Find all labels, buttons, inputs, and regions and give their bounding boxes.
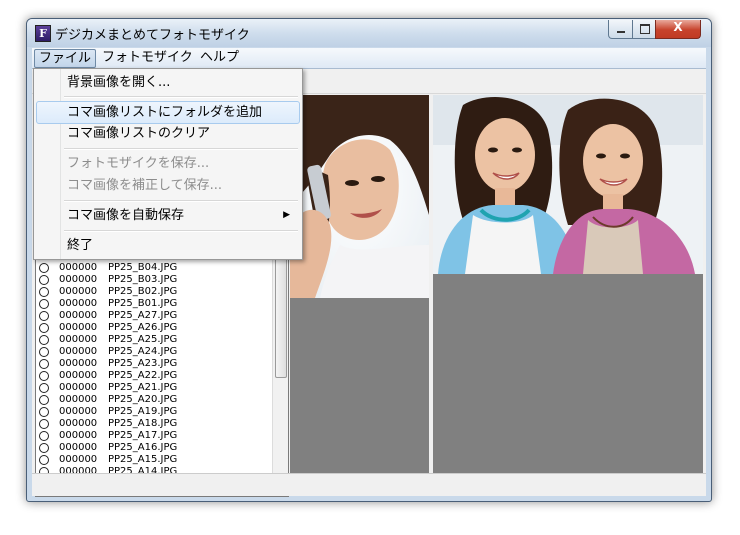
- radio-icon[interactable]: [39, 323, 49, 333]
- item-count: 000000: [59, 334, 98, 345]
- menu-help[interactable]: ヘルプ: [196, 49, 243, 66]
- menu-separator: [64, 148, 298, 150]
- item-count: 000000: [59, 418, 98, 429]
- radio-icon[interactable]: [39, 287, 49, 297]
- item-count: 000000: [59, 394, 98, 405]
- radio-icon[interactable]: [39, 275, 49, 285]
- mosaic-photo: [433, 95, 703, 274]
- radio-icon[interactable]: [39, 419, 49, 429]
- radio-icon[interactable]: [39, 359, 49, 369]
- item-filename: PP25_A26.JPG: [108, 322, 178, 333]
- item-filename: PP25_A17.JPG: [108, 430, 178, 441]
- menu-item-label: コマ画像リストのクリア: [67, 126, 211, 141]
- radio-icon[interactable]: [39, 455, 49, 465]
- menu-separator: [64, 200, 298, 202]
- menu-item-label: フォトモザイクを保存...: [67, 156, 210, 171]
- radio-icon[interactable]: [39, 395, 49, 405]
- menu-item-label: コマ画像を自動保存: [67, 208, 185, 223]
- item-filename: PP25_A20.JPG: [108, 394, 178, 405]
- menu-item-correct-save[interactable]: コマ画像を補正して保存...: [36, 175, 298, 196]
- radio-icon[interactable]: [39, 443, 49, 453]
- item-filename: PP25_A19.JPG: [108, 406, 178, 417]
- item-count: 000000: [59, 454, 98, 465]
- mosaic-photo-art: [433, 95, 703, 274]
- background-photo-art: [290, 95, 429, 298]
- radio-icon[interactable]: [39, 335, 49, 345]
- item-filename: PP25_A22.JPG: [108, 370, 178, 381]
- background-image-panel[interactable]: [290, 95, 429, 473]
- menu-item-add-folder[interactable]: コマ画像リストにフォルダを追加: [36, 101, 300, 124]
- minimize-icon: [617, 31, 625, 33]
- radio-icon[interactable]: [39, 431, 49, 441]
- radio-icon[interactable]: [39, 311, 49, 321]
- minimize-button[interactable]: [608, 20, 634, 39]
- item-filename: PP25_A23.JPG: [108, 358, 178, 369]
- item-count: 000000: [59, 286, 98, 297]
- item-filename: PP25_B03.JPG: [108, 274, 178, 285]
- item-count: 000000: [59, 442, 98, 453]
- close-button[interactable]: X: [655, 20, 701, 39]
- submenu-arrow-icon: ▶: [283, 210, 290, 220]
- menu-file[interactable]: ファイル: [34, 49, 97, 68]
- status-bar: [32, 473, 706, 496]
- menu-item-label: 背景画像を開く...: [67, 75, 171, 90]
- menu-item-save-mosaic[interactable]: フォトモザイクを保存...: [36, 153, 298, 174]
- close-icon: X: [673, 20, 683, 34]
- item-count: 000000: [59, 382, 98, 393]
- item-count: 000000: [59, 430, 98, 441]
- item-filename: PP25_A24.JPG: [108, 346, 178, 357]
- menu-item-open-background[interactable]: 背景画像を開く...: [36, 72, 298, 93]
- title-bar[interactable]: F デジカメまとめてフォトモザイク X: [27, 19, 711, 47]
- item-filename: PP25_B01.JPG: [108, 298, 178, 309]
- app-icon[interactable]: F: [35, 25, 51, 42]
- item-filename: PP25_A15.JPG: [108, 454, 178, 465]
- maximize-button[interactable]: [632, 20, 657, 39]
- item-count: 000000: [59, 262, 98, 273]
- menu-item-label: コマ画像を補正して保存...: [67, 178, 223, 193]
- menu-photomosaic[interactable]: フォトモザイク: [98, 49, 197, 66]
- item-filename: PP25_A25.JPG: [108, 334, 178, 345]
- item-filename: PP25_B04.JPG: [108, 262, 178, 273]
- menu-item-clear-list[interactable]: コマ画像リストのクリア: [36, 123, 298, 144]
- item-count: 000000: [59, 370, 98, 381]
- item-count: 000000: [59, 406, 98, 417]
- item-count: 000000: [59, 298, 98, 309]
- item-filename: PP25_A27.JPG: [108, 310, 178, 321]
- maximize-icon: [640, 24, 650, 34]
- item-count: 000000: [59, 310, 98, 321]
- item-filename: PP25_B02.JPG: [108, 286, 178, 297]
- menu-item-label: 終了: [67, 238, 94, 253]
- menu-item-auto-save[interactable]: コマ画像を自動保存 ▶: [36, 205, 298, 226]
- background-photo: [290, 95, 429, 298]
- radio-icon[interactable]: [39, 263, 49, 273]
- radio-icon[interactable]: [39, 383, 49, 393]
- menu-separator: [64, 230, 298, 232]
- radio-icon[interactable]: [39, 299, 49, 309]
- item-count: 000000: [59, 274, 98, 285]
- file-menu-dropdown: 背景画像を開く... コマ画像リストにフォルダを追加 コマ画像リストのクリア フ…: [33, 68, 303, 260]
- menu-item-exit[interactable]: 終了: [36, 235, 298, 256]
- item-filename: PP25_A18.JPG: [108, 418, 178, 429]
- radio-icon[interactable]: [39, 371, 49, 381]
- menu-bar: ファイル フォトモザイク ヘルプ: [32, 48, 706, 69]
- item-count: 000000: [59, 322, 98, 333]
- item-count: 000000: [59, 358, 98, 369]
- item-filename: PP25_A21.JPG: [108, 382, 178, 393]
- radio-icon[interactable]: [39, 347, 49, 357]
- item-filename: PP25_A16.JPG: [108, 442, 178, 453]
- radio-icon[interactable]: [39, 407, 49, 417]
- menu-separator: [64, 96, 298, 98]
- menu-item-label: コマ画像リストにフォルダを追加: [67, 105, 263, 120]
- mosaic-preview-panel[interactable]: [433, 95, 703, 473]
- item-count: 000000: [59, 346, 98, 357]
- window-title: デジカメまとめてフォトモザイク: [55, 28, 250, 43]
